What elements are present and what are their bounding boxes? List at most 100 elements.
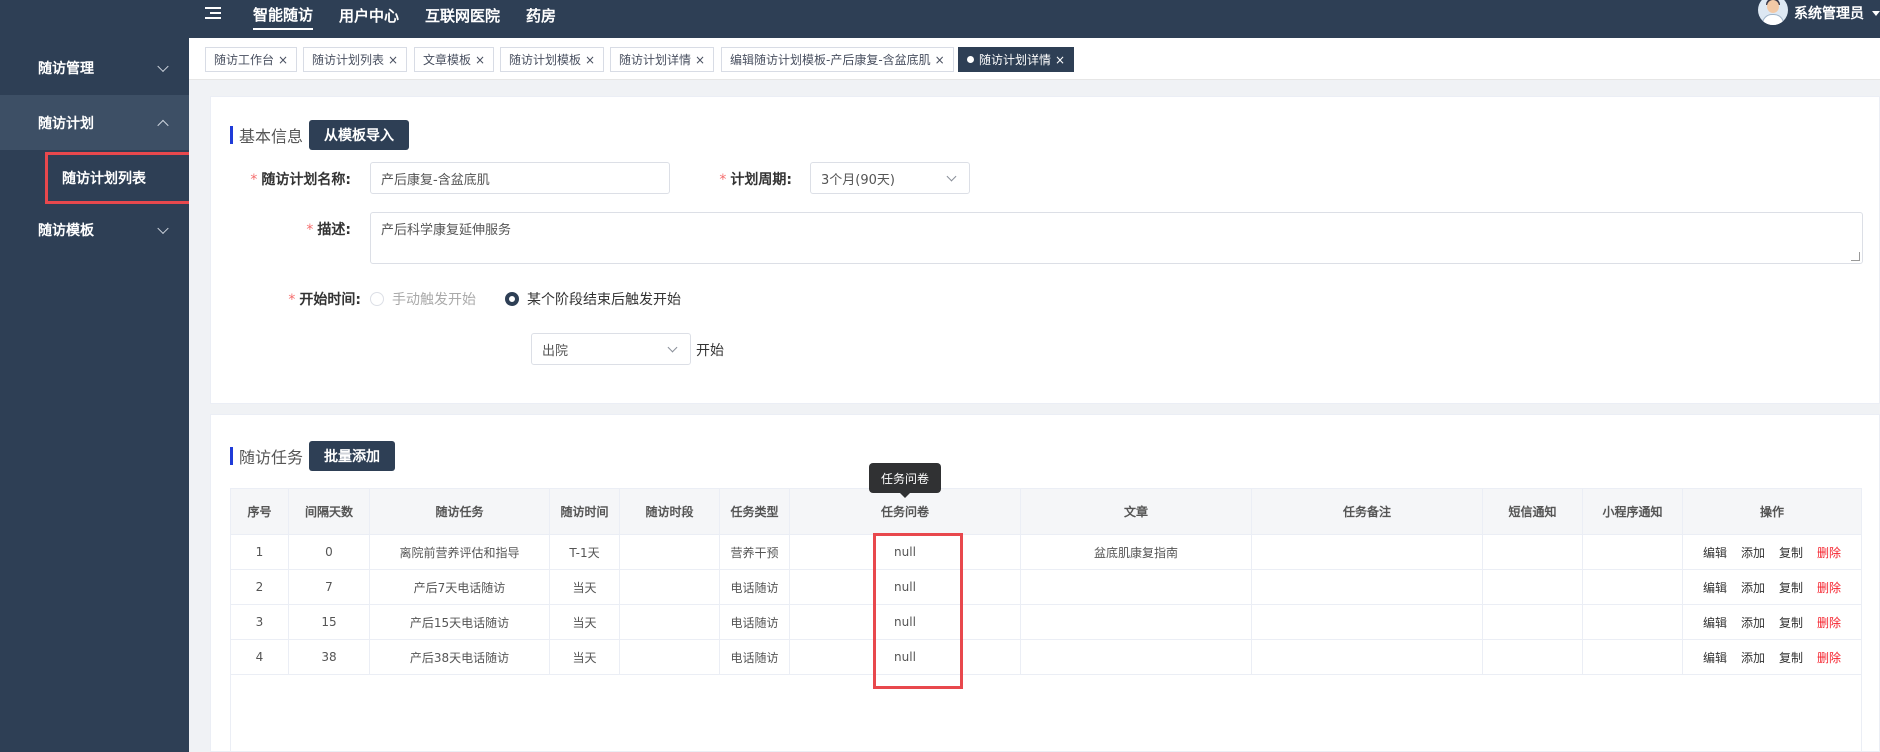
tab-label: 随访计划详情 (619, 53, 692, 67)
close-icon[interactable]: × (278, 53, 288, 67)
table-cell: 3 (231, 605, 289, 639)
tab-edit-plan-template[interactable]: 编辑随访计划模板-产后康复-含盆底肌 × (721, 47, 954, 72)
top-nav-internet-hospital[interactable]: 互联网医院 (425, 0, 500, 30)
table-cell (1021, 640, 1252, 674)
caret-down-icon (1872, 10, 1880, 16)
radio-circle-icon (370, 292, 384, 306)
close-icon[interactable]: × (1055, 53, 1065, 67)
table-cell: 电话随访 (720, 570, 790, 604)
table-header-cell: 操作 (1759, 505, 1784, 519)
batch-add-button[interactable]: 批量添加 (309, 441, 396, 471)
radio-checked-icon (505, 292, 519, 306)
table-header-cell: 文章 (1021, 489, 1252, 534)
close-icon[interactable]: × (695, 53, 705, 67)
row-actions: 编辑 添加 复制 删除 (1683, 605, 1861, 639)
sidebar-item-label: 随访模板 (38, 222, 94, 239)
period-select[interactable]: 3个月(90天) (810, 162, 970, 194)
table-cell: 电话随访 (720, 640, 790, 674)
top-nav-smart-followup[interactable]: 智能随访 (253, 0, 314, 30)
start-time-label: * 开始时间: (288, 292, 361, 308)
questionnaire-tooltip: 任务问卷 (869, 463, 941, 498)
highlight-annotation-box (873, 533, 963, 689)
section-accent-bar (230, 126, 233, 144)
copy-button[interactable]: 复制 (1779, 579, 1803, 596)
period-value: 3个月(90天) (821, 172, 895, 188)
table-cell (1021, 605, 1252, 639)
user-menu[interactable]: 系统管理员 (1758, 0, 1880, 26)
close-icon[interactable]: × (935, 53, 945, 67)
plan-name-input[interactable]: 产后康复-含盆底肌 (370, 162, 670, 194)
table-header-cell: 小程序通知 (1583, 489, 1683, 534)
tab-article-template[interactable]: 文章模板 × (414, 47, 495, 72)
chevron-down-icon (946, 171, 957, 182)
radio-stage-start[interactable]: 某个阶段结束后触发开始 (505, 289, 681, 309)
chevron-up-icon (157, 119, 169, 131)
delete-button[interactable]: 删除 (1817, 579, 1841, 596)
table-cell (620, 570, 720, 604)
sidebar-item-followup-plan[interactable]: 随访计划 (0, 95, 189, 150)
table-cell: 当天 (550, 570, 620, 604)
edit-button[interactable]: 编辑 (1703, 649, 1727, 666)
tab-label: 编辑随访计划模板-产后康复-含盆底肌 (730, 53, 931, 67)
table-cell (620, 640, 720, 674)
table-cell (1583, 640, 1683, 674)
radio-manual-start[interactable]: 手动触发开始 (370, 289, 476, 309)
import-from-template-button[interactable]: 从模板导入 (309, 120, 410, 150)
stage-select[interactable]: 出院 (531, 333, 691, 365)
menu-toggle-icon[interactable] (205, 7, 221, 21)
add-button[interactable]: 添加 (1741, 544, 1765, 561)
table-row: 2 7 产后7天电话随访 当天 电话随访 null 编辑 添加 复制 删除 (231, 570, 1861, 605)
copy-button[interactable]: 复制 (1779, 649, 1803, 666)
table-cell: 当天 (550, 640, 620, 674)
edit-button[interactable]: 编辑 (1703, 544, 1727, 561)
top-nav-pharmacy[interactable]: 药房 (526, 0, 556, 30)
delete-button[interactable]: 删除 (1817, 649, 1841, 666)
sidebar-item-plan-list[interactable]: 随访计划列表 (45, 152, 195, 204)
tab-followup-workbench[interactable]: 随访工作台 × (205, 47, 298, 72)
table-header-cell: 序号 (231, 489, 289, 534)
user-name: 系统管理员 (1794, 6, 1864, 22)
tasks-header: 随访任务 批量添加 (230, 441, 396, 471)
table-cell (1483, 535, 1583, 569)
tasks-table: 序号 间隔天数 随访任务 随访时间 随访时段 任务类型 任务问卷 文章 任务备注… (230, 488, 1862, 752)
copy-button[interactable]: 复制 (1779, 544, 1803, 561)
sidebar-item-followup-template[interactable]: 随访模板 (0, 202, 189, 257)
table-cell: 1 (231, 535, 289, 569)
table-cell (1483, 570, 1583, 604)
section-title: 随访任务 (239, 448, 304, 467)
chevron-down-icon (157, 222, 169, 234)
add-button[interactable]: 添加 (1741, 649, 1765, 666)
tab-plan-list[interactable]: 随访计划列表 × (303, 47, 408, 72)
resize-handle-icon[interactable] (1851, 252, 1860, 261)
tab-plan-detail[interactable]: 随访计划详情 × (610, 47, 715, 72)
table-cell (1583, 605, 1683, 639)
delete-button[interactable]: 删除 (1817, 614, 1841, 631)
table-cell (1483, 640, 1583, 674)
add-button[interactable]: 添加 (1741, 614, 1765, 631)
sidebar-item-followup-management[interactable]: 随访管理 (0, 40, 189, 95)
top-nav-user-center[interactable]: 用户中心 (339, 0, 399, 30)
close-icon[interactable]: × (475, 53, 485, 67)
close-icon[interactable]: × (388, 53, 398, 67)
table-header-cell: 随访时间 (550, 489, 620, 534)
table-cell (1021, 570, 1252, 604)
table-cell: 产后15天电话随访 (370, 605, 550, 639)
edit-button[interactable]: 编辑 (1703, 614, 1727, 631)
table-row: 3 15 产后15天电话随访 当天 电话随访 null 编辑 添加 复制 删除 (231, 605, 1861, 640)
table-cell: 当天 (550, 605, 620, 639)
description-textarea[interactable]: 产后科学康复延伸服务 (370, 212, 1863, 264)
table-cell: 38 (289, 640, 370, 674)
table-cell (1483, 605, 1583, 639)
close-icon[interactable]: × (585, 53, 595, 67)
sidebar-item-label: 随访计划列表 (62, 171, 146, 187)
description-value: 产后科学康复延伸服务 (381, 223, 512, 238)
table-header-cell: 随访时段 (620, 489, 720, 534)
delete-button[interactable]: 删除 (1817, 544, 1841, 561)
tab-plan-detail-active[interactable]: 随访计划详情 × (958, 47, 1075, 72)
table-cell: T-1天 (550, 535, 620, 569)
tab-plan-template[interactable]: 随访计划模板 × (500, 47, 605, 72)
copy-button[interactable]: 复制 (1779, 614, 1803, 631)
table-header-cell: 间隔天数 (289, 489, 370, 534)
add-button[interactable]: 添加 (1741, 579, 1765, 596)
edit-button[interactable]: 编辑 (1703, 579, 1727, 596)
